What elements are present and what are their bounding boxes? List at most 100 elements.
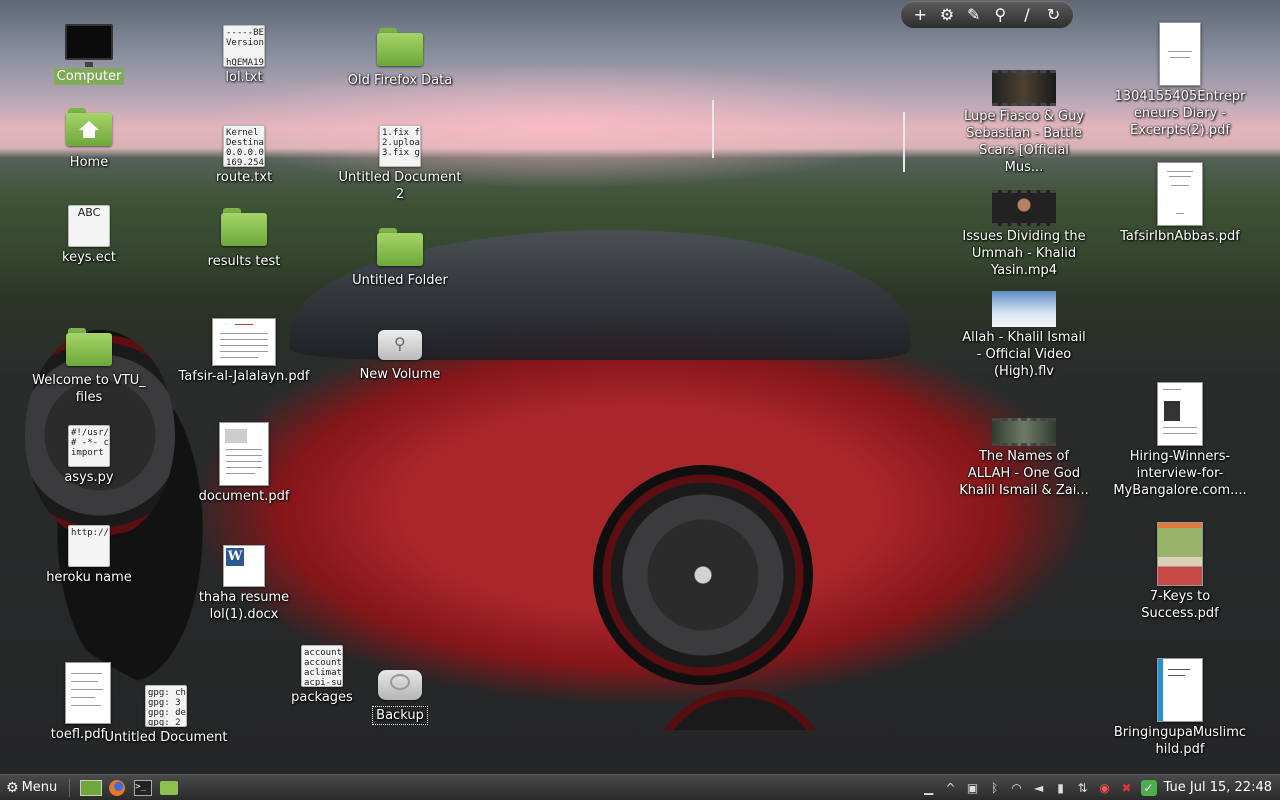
pdf-file-icon: [1157, 382, 1203, 446]
icon-label: BringingupaMuslimchild.pdf: [1113, 725, 1247, 757]
folder-icon: [66, 328, 112, 366]
icon-label: asys.py: [64, 470, 114, 485]
icon-label: TafsirIbnAbbas.pdf: [1120, 229, 1240, 244]
desktop-icon-computer[interactable]: Computer: [19, 24, 159, 85]
desktop-icon-allah-video[interactable]: Allah - Khalil Ismail - Official Video (…: [954, 291, 1094, 380]
show-desktop-icon[interactable]: [80, 778, 103, 798]
icon-label: Untitled Folder: [352, 273, 448, 288]
clock[interactable]: Tue Jul 15, 22:48: [1164, 780, 1272, 795]
desktop-icon-backup[interactable]: Backup: [330, 670, 470, 725]
folder-icon: [221, 208, 267, 246]
desktop-icon-lupe-fiasco-video[interactable]: Lupe Fiasco & Guy Sebastian - Battle Sca…: [954, 70, 1094, 176]
network-icon[interactable]: ⇅: [1074, 779, 1092, 797]
desktop-icon-names-of-allah-video[interactable]: The Names of ALLAH - One God Khalil Isma…: [954, 418, 1094, 499]
desktop-icon-thaha-resume[interactable]: W thaha resume lol(1).docx: [174, 545, 314, 623]
desktop-icon-hiring-winners[interactable]: Hiring-Winners-interview-for-MyBangalore…: [1110, 382, 1250, 499]
icon-label: The Names of ALLAH - One God Khalil Isma…: [959, 449, 1089, 498]
pdf-file-icon: [1157, 162, 1203, 226]
icon-label: Welcome to VTU_ files: [32, 373, 146, 405]
desktop-icon-heroku[interactable]: http:// heroku name: [19, 525, 159, 586]
icon-label: document.pdf: [198, 489, 290, 504]
desktop-icon-bringing-up-muslim-child[interactable]: BringingupaMuslimchild.pdf: [1110, 658, 1250, 758]
script-file-icon: #!/usr/ # -*- c import: [68, 425, 110, 467]
text-file-icon: gpg: ch gpg: 3 gpg: de gpg: 2: [145, 685, 187, 727]
icon-label: 7-Keys to Success.pdf: [1141, 589, 1219, 621]
icon-label: Untitled Document: [104, 730, 228, 745]
terminal-icon[interactable]: >_: [132, 778, 154, 798]
icon-label: route.txt: [215, 170, 273, 185]
text-file-icon: 1.fix f 2.uploa 3.fix g: [379, 125, 421, 167]
icon-label: 1304155405Entrepreneurs Diary - Excerpts…: [1114, 89, 1246, 138]
folder-icon: [377, 228, 423, 266]
desktop-icon-asys[interactable]: #!/usr/ # -*- c import asys.py: [19, 425, 159, 486]
refresh-icon[interactable]: ↻: [1043, 2, 1065, 28]
text-file-icon: -----BE Version hQEMA19: [223, 25, 265, 67]
bluetooth-icon[interactable]: ᛒ: [986, 779, 1004, 797]
desktop-icon-results-test[interactable]: results test: [174, 208, 314, 270]
desktop-icon-old-firefox-data[interactable]: Old Firefox Data: [330, 28, 470, 89]
menu-button[interactable]: ⚙ Menu: [0, 776, 63, 800]
security-shield-icon[interactable]: ✖: [1118, 779, 1136, 797]
icon-label: Backup: [372, 706, 428, 725]
icon-label: Hiring-Winners-interview-for-MyBangalore…: [1113, 449, 1247, 498]
pdf-file-icon: [1157, 522, 1203, 586]
video-file-icon: [992, 190, 1056, 226]
desktop-icon-entrepreneurs-diary[interactable]: 1304155405Entrepreneurs Diary - Excerpts…: [1110, 22, 1250, 139]
icon-label: Untitled Document 2: [338, 170, 462, 202]
desktop-icon-lol-txt[interactable]: -----BE Version hQEMA19 lol.txt: [174, 25, 314, 86]
desktop-icon-vtu[interactable]: Welcome to VTU_ files: [19, 328, 159, 406]
update-icon[interactable]: ◉: [1096, 779, 1114, 797]
desktop-icon-seven-keys[interactable]: 7-Keys to Success.pdf: [1110, 522, 1250, 622]
video-file-icon: [992, 70, 1056, 106]
desktop-icon-route-txt[interactable]: Kernel Destina 0.0.0.0 169.254 route.txt: [174, 125, 314, 186]
firefox-icon[interactable]: [106, 778, 128, 798]
icon-label: thaha resume lol(1).docx: [198, 590, 290, 622]
icon-label: Tafsir-al-Jalalayn.pdf: [178, 369, 310, 384]
wifi-icon[interactable]: ◠: [1008, 779, 1026, 797]
icon-label: heroku name: [46, 570, 132, 585]
text-file-icon: http://: [68, 525, 110, 567]
icon-label: Lupe Fiasco & Guy Sebastian - Battle Sca…: [963, 109, 1085, 175]
battery-icon[interactable]: ▮: [1052, 779, 1070, 797]
workspace-icon[interactable]: ▁: [920, 779, 938, 797]
menu-gear-icon: ⚙: [6, 779, 19, 796]
home-folder-icon: [66, 108, 112, 146]
desktop-icon-untitled-document[interactable]: gpg: ch gpg: 3 gpg: de gpg: 2 Untitled D…: [96, 685, 236, 746]
pdf-file-icon: [1157, 658, 1203, 722]
desktop-icon-untitled-folder[interactable]: Untitled Folder: [330, 228, 470, 289]
pdf-file-icon: [212, 318, 276, 366]
icon-label: New Volume: [359, 367, 441, 382]
desktop-icon-tafsir-ibn-abbas[interactable]: TafsirIbnAbbas.pdf: [1110, 162, 1250, 245]
chevron-up-icon[interactable]: ^: [942, 779, 960, 797]
desklet-toolbar: + ⚙ ✎ ⚲ / ↻: [900, 1, 1074, 29]
desktop-icon-home[interactable]: Home: [19, 108, 159, 171]
files-icon[interactable]: [158, 778, 180, 798]
volume-icon[interactable]: ◄: [1030, 779, 1048, 797]
zoom-icon[interactable]: ⚲: [989, 2, 1011, 28]
clipboard-icon[interactable]: ▣: [964, 779, 982, 797]
color-picker-icon[interactable]: ✎: [963, 2, 985, 28]
checkmark-icon[interactable]: ✓: [1140, 779, 1158, 797]
wind-turbine: [712, 100, 714, 158]
desktop-icon-untitled-document-2[interactable]: 1.fix f 2.uploa 3.fix g Untitled Documen…: [330, 125, 470, 203]
usb-drive-icon: ⚲: [378, 330, 422, 360]
desktop-icon-issues-dividing-video[interactable]: Issues Dividing the Ummah - Khalid Yasin…: [954, 190, 1094, 279]
desktop-icon-document-pdf[interactable]: document.pdf: [174, 422, 314, 505]
menu-label: Menu: [21, 780, 58, 795]
settings-icon[interactable]: ⚙: [936, 2, 958, 28]
pdf-file-icon: [1159, 22, 1201, 86]
car-wheel-front: [593, 465, 813, 685]
system-tray: ▁ ^ ▣ ᛒ ◠ ◄ ▮ ⇅ ◉ ✖ ✓ Tue Jul 15, 22:48: [918, 776, 1280, 800]
computer-icon: [65, 24, 113, 67]
wind-turbine: [903, 112, 905, 172]
word-document-icon: W: [223, 545, 265, 587]
icon-label: lol.txt: [225, 70, 263, 85]
brush-icon[interactable]: /: [1016, 2, 1038, 28]
desktop-icon-new-volume[interactable]: ⚲ New Volume: [330, 330, 470, 383]
add-icon[interactable]: +: [909, 2, 931, 28]
desktop-icon-tafsir-jalalayn[interactable]: Tafsir-al-Jalalayn.pdf: [174, 318, 314, 385]
icon-label: results test: [207, 254, 281, 269]
icon-label: Computer: [53, 68, 125, 85]
separator: [69, 778, 71, 797]
desktop-icon-keys[interactable]: ABC keys.ect: [19, 205, 159, 266]
